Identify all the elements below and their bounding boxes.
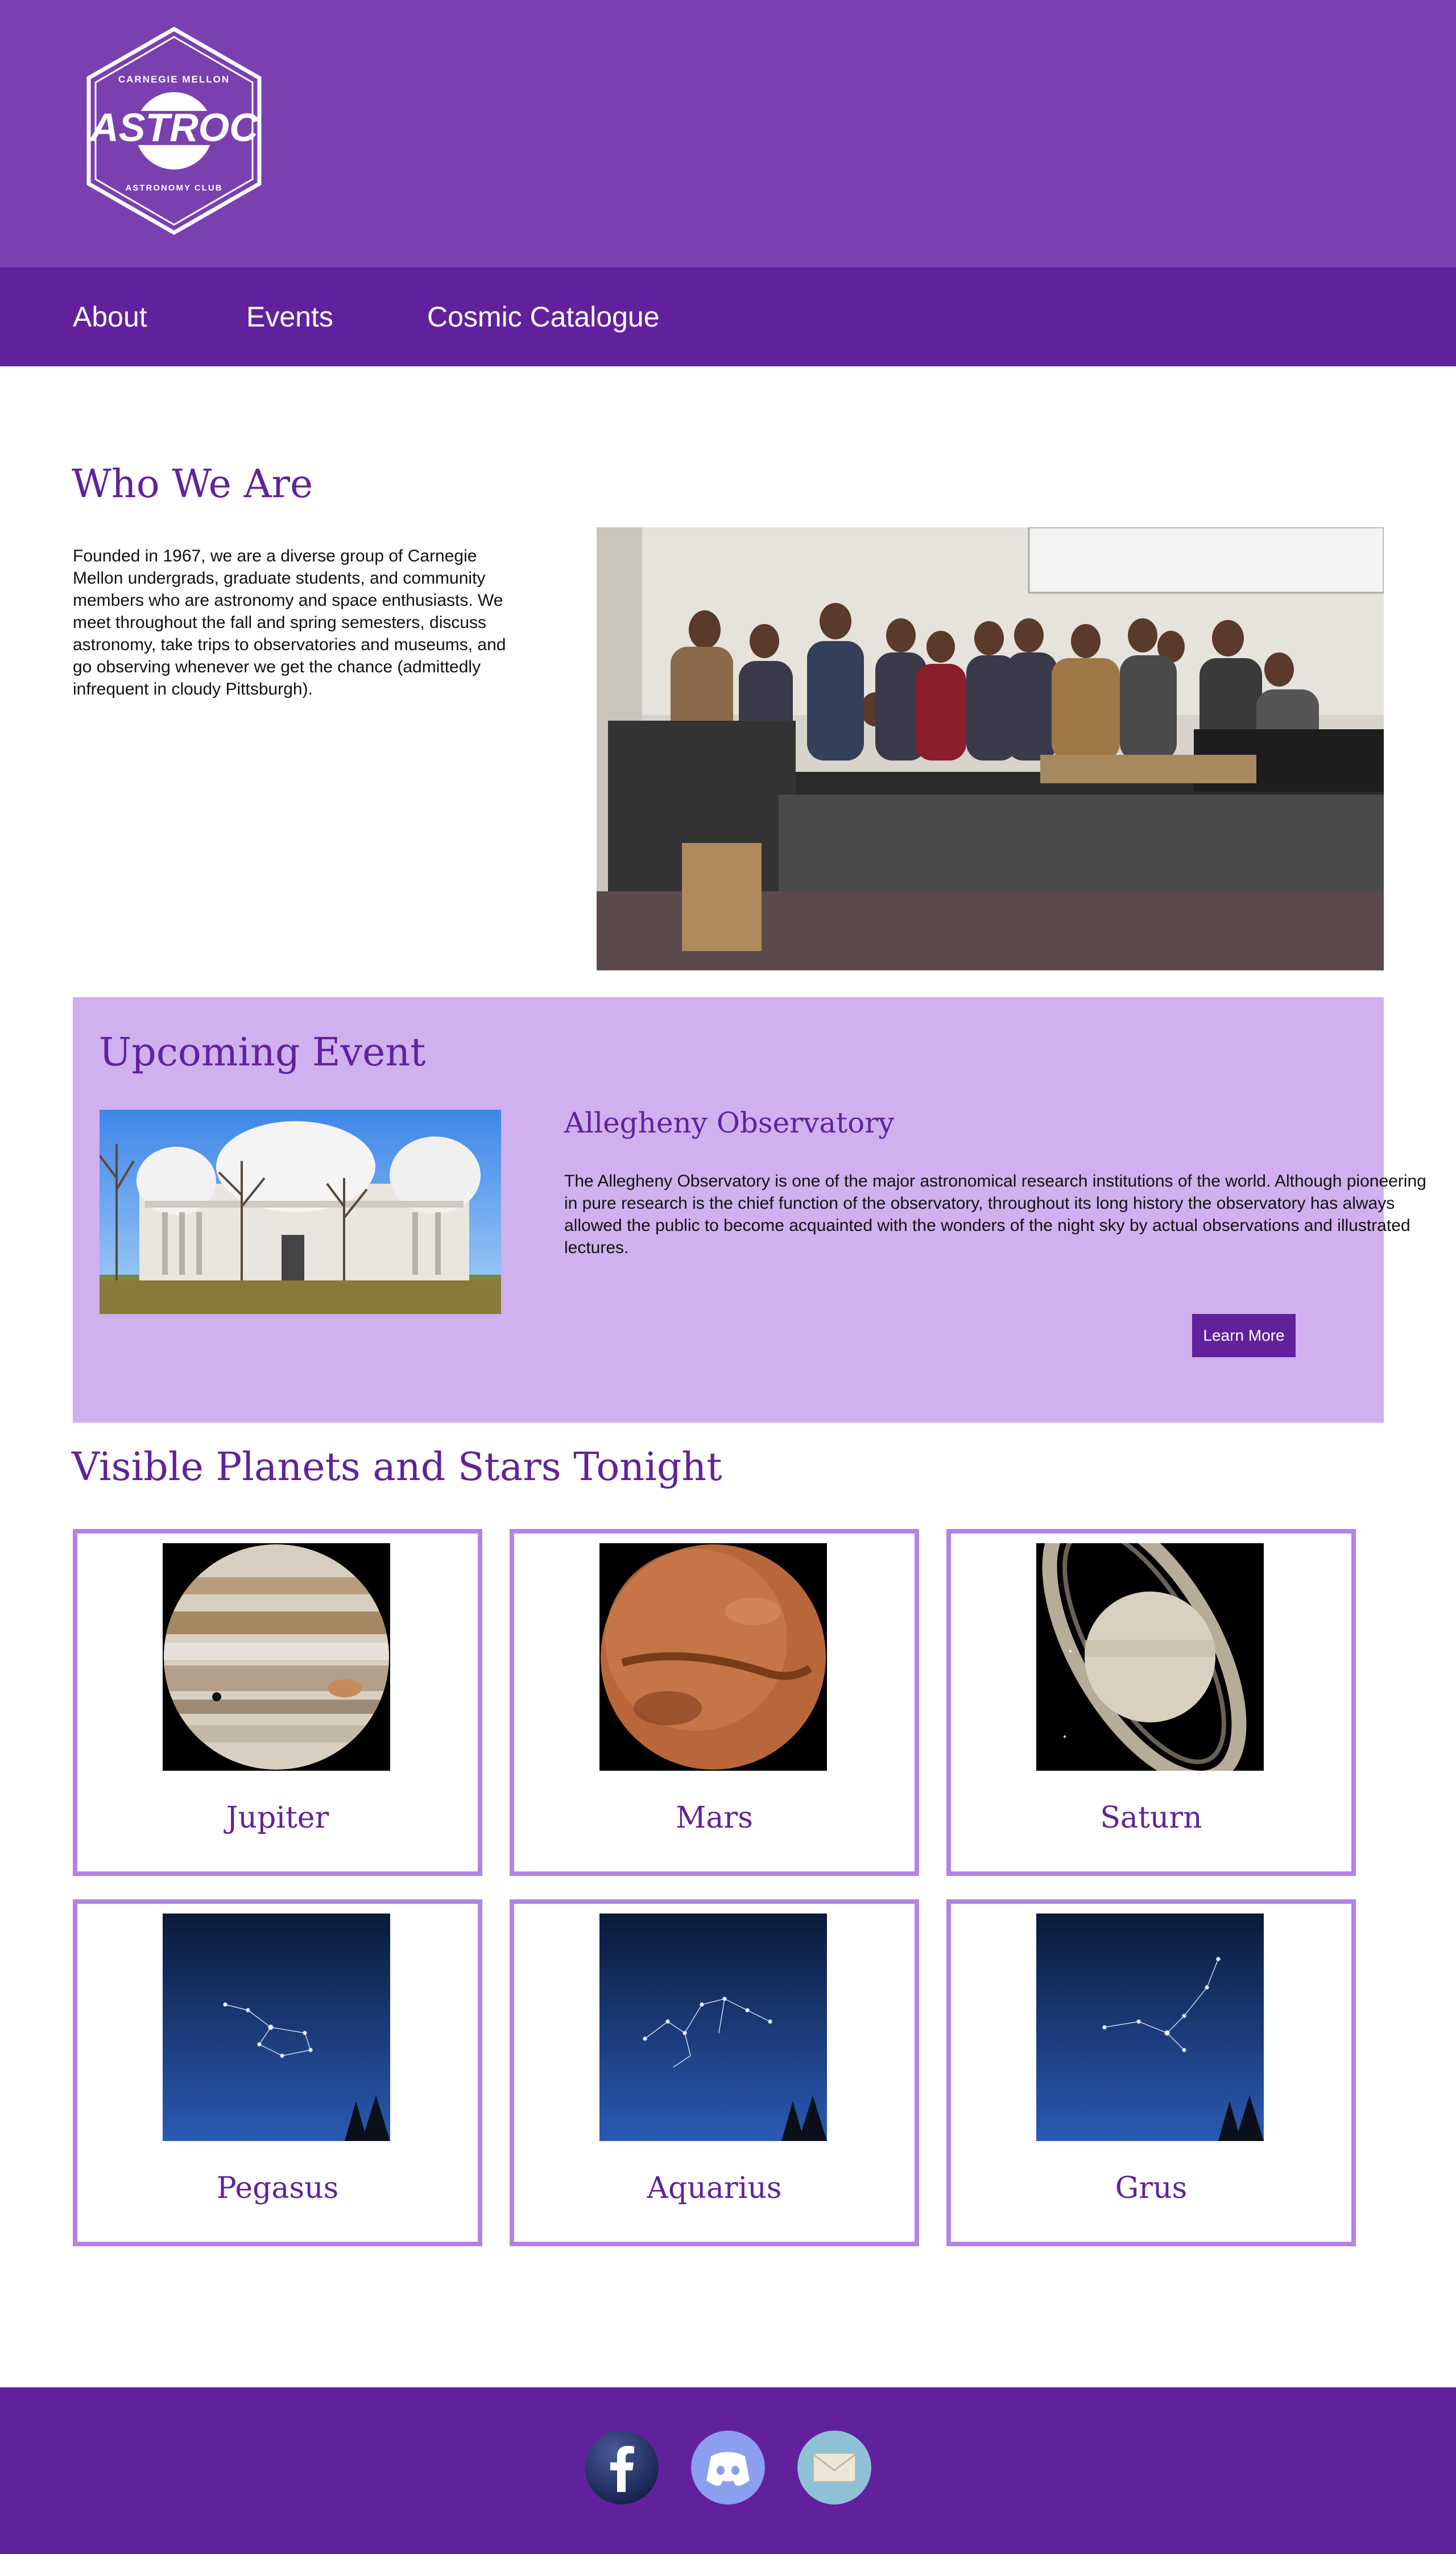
email-icon[interactable] [797, 2431, 871, 2505]
discord-icon[interactable] [691, 2431, 765, 2505]
about-text: Founded in 1967, we are a diverse group … [73, 547, 506, 699]
footer [0, 2387, 1456, 2554]
event-section-title: Upcoming Event [99, 1030, 426, 1075]
sky-card-label: Jupiter [226, 1801, 329, 1835]
sky-card-label: Grus [1115, 2171, 1188, 2205]
top-banner: CARNEGIE MELLON ASTROC ASTRONOMY CLUB [0, 0, 1456, 267]
nav-events[interactable]: Events [246, 267, 333, 366]
sky-card-label: Aquarius [647, 2171, 782, 2205]
sky-card-jupiter[interactable]: Jupiter [73, 1529, 482, 1876]
pegasus-constellation-image [163, 1914, 390, 2141]
logo-top-text: CARNEGIE MELLON [118, 74, 230, 85]
logo-bottom-text: ASTRONOMY CLUB [125, 183, 222, 193]
observatory-image [100, 1110, 501, 1314]
upcoming-event-panel: Upcoming Event Allegheny Observatory The… [73, 997, 1426, 1423]
sky-card-saturn[interactable]: Saturn [946, 1529, 1356, 1876]
sky-card-label: Mars [676, 1801, 753, 1835]
sky-card-pegasus[interactable]: Pegasus [73, 1899, 482, 2246]
logo-main-text: ASTROC [89, 105, 259, 150]
about-title: Who We Are [72, 462, 313, 507]
aquarius-constellation-image [599, 1914, 827, 2141]
event-description: The Allegheny Observatory is one of the … [564, 1172, 1426, 1257]
saturn-image [1036, 1543, 1264, 1771]
sky-section-title: Visible Planets and Stars Tonight [72, 1445, 722, 1490]
event-name: Allegheny Observatory [564, 1106, 895, 1139]
nav-cosmic-catalogue[interactable]: Cosmic Catalogue [427, 267, 660, 366]
facebook-icon[interactable] [585, 2431, 659, 2505]
astroc-logo[interactable]: CARNEGIE MELLON ASTROC ASTRONOMY CLUB [85, 26, 263, 236]
sky-card-mars[interactable]: Mars [510, 1529, 919, 1876]
jupiter-image [163, 1543, 390, 1771]
mars-image [599, 1543, 827, 1771]
nav-about[interactable]: About [73, 267, 147, 366]
grus-constellation-image [1036, 1914, 1264, 2141]
sky-card-label: Saturn [1100, 1801, 1202, 1835]
learn-more-button[interactable]: Learn More [1192, 1314, 1296, 1357]
sky-card-aquarius[interactable]: Aquarius [510, 1899, 919, 2246]
sky-card-grus[interactable]: Grus [946, 1899, 1356, 2246]
club-group-photo [597, 527, 1384, 970]
main-nav: About Events Cosmic Catalogue [0, 267, 1456, 366]
sky-card-label: Pegasus [216, 2171, 339, 2205]
